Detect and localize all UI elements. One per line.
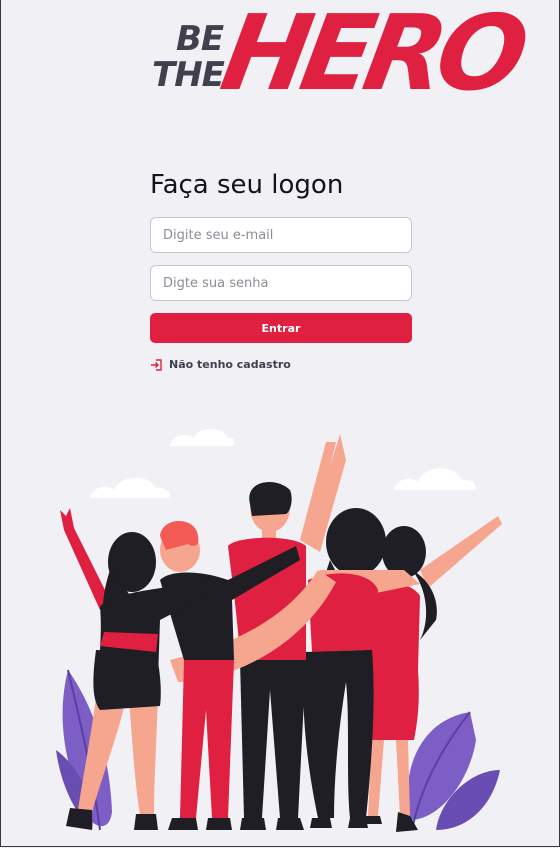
password-field[interactable] <box>150 265 412 301</box>
log-in-icon <box>151 358 162 371</box>
register-link[interactable]: Não tenho cadastro <box>150 358 291 371</box>
page-title: Faça seu logon <box>150 170 344 200</box>
logo-hero-text: HERO <box>213 0 530 114</box>
enter-button[interactable]: Entrar <box>150 313 412 343</box>
plant-right-icon <box>407 711 500 831</box>
register-link-label: Não tenho cadastro <box>169 358 291 371</box>
heroes-illustration <box>56 429 502 832</box>
logo-the-text: THE <box>152 55 225 95</box>
email-field[interactable] <box>150 217 412 253</box>
logo-be-text: BE <box>176 19 224 59</box>
be-the-hero-logo: BE THE HERO <box>148 0 529 118</box>
